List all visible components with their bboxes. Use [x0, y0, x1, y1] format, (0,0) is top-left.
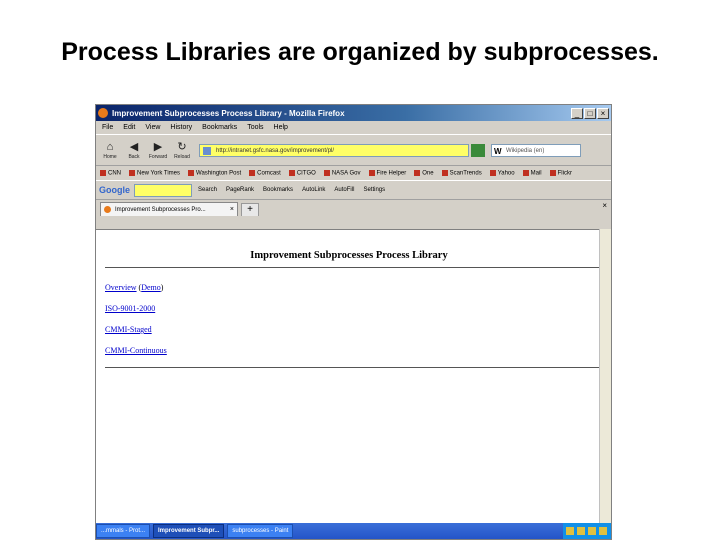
- firefox-icon: [98, 108, 108, 118]
- menu-file[interactable]: File: [102, 124, 113, 131]
- forward-button[interactable]: ▶ Forward: [147, 141, 169, 160]
- google-toolbar-item[interactable]: AutoLink: [302, 187, 325, 193]
- google-toolbar-item[interactable]: Bookmarks: [263, 187, 293, 193]
- home-icon: ⌂: [106, 140, 114, 153]
- google-logo: Google: [99, 185, 130, 195]
- tab-label: Improvement Subprocesses Pro...: [115, 207, 206, 213]
- divider: [105, 367, 602, 368]
- google-toolbar-item[interactable]: AutoFill: [334, 187, 354, 193]
- title-bar[interactable]: Improvement Subprocesses Process Library…: [96, 105, 611, 121]
- cmmi-continuous-link[interactable]: CMMI-Continuous: [105, 346, 167, 355]
- bookmark-item[interactable]: Mail: [523, 170, 542, 176]
- overview-link[interactable]: Overview: [105, 283, 137, 292]
- link-list: Overview (Demo) ISO-9001-2000 CMMI-Stage…: [105, 283, 602, 355]
- list-item: CMMI-Staged: [105, 325, 602, 334]
- search-input[interactable]: Wikipedia (en): [491, 143, 581, 157]
- address-bar[interactable]: http://intranet.gsfc.nasa.gov/improvemen…: [199, 143, 469, 157]
- tab-active[interactable]: Improvement Subprocesses Pro... ×: [100, 202, 238, 216]
- menu-bookmarks[interactable]: Bookmarks: [202, 124, 237, 131]
- google-toolbar: Google Search PageRank Bookmarks AutoLin…: [96, 180, 611, 199]
- menu-view[interactable]: View: [145, 124, 160, 131]
- menu-history[interactable]: History: [170, 124, 192, 131]
- bookmark-item[interactable]: CITGO: [289, 170, 316, 176]
- cmmi-staged-link[interactable]: CMMI-Staged: [105, 325, 152, 334]
- browser-window: Improvement Subprocesses Process Library…: [95, 104, 612, 540]
- tray-icon[interactable]: [577, 527, 585, 535]
- menu-help[interactable]: Help: [274, 124, 288, 131]
- tray-icon[interactable]: [588, 527, 596, 535]
- iso-link[interactable]: ISO-9001-2000: [105, 304, 155, 313]
- bookmark-item[interactable]: New York Times: [129, 170, 180, 176]
- reload-icon: ↻: [177, 140, 187, 153]
- divider: [105, 267, 602, 268]
- demo-link[interactable]: Demo: [141, 283, 161, 292]
- slide-title: Process Libraries are organized by subpr…: [61, 38, 659, 66]
- google-search-input[interactable]: [134, 183, 192, 197]
- bookmark-item[interactable]: One: [414, 170, 433, 176]
- bookmarks-toolbar: CNN New York Times Washington Post Comca…: [96, 165, 611, 180]
- vertical-scrollbar[interactable]: [599, 229, 611, 525]
- google-toolbar-item[interactable]: PageRank: [226, 187, 254, 193]
- system-tray: [563, 523, 611, 539]
- page-content: Improvement Subprocesses Process Library…: [96, 229, 602, 526]
- list-item: CMMI-Continuous: [105, 346, 602, 355]
- home-button[interactable]: ⌂ Home: [99, 141, 121, 160]
- bookmark-item[interactable]: NASA Gov: [324, 170, 361, 176]
- navigation-toolbar: ⌂ Home ◀ Back ▶ Forward ↻ Reload http://intr…: [96, 134, 611, 165]
- back-arrow-icon: ◀: [129, 140, 139, 153]
- list-item: ISO-9001-2000: [105, 304, 602, 313]
- bookmark-item[interactable]: Fire Helper: [369, 170, 407, 176]
- maximize-button[interactable]: □: [584, 107, 596, 119]
- taskbar-item-active[interactable]: Improvement Subpr...: [153, 524, 225, 538]
- go-button[interactable]: [471, 143, 485, 157]
- bookmark-item[interactable]: Comcast: [249, 170, 281, 176]
- paren-close: ): [160, 283, 164, 292]
- menu-bar: File Edit View History Bookmarks Tools H…: [96, 121, 611, 134]
- tab-close-icon[interactable]: ×: [230, 203, 234, 216]
- taskbar-item[interactable]: ...mmals - Prot...: [96, 524, 151, 538]
- bookmark-item[interactable]: ScanTrends: [442, 170, 482, 176]
- reload-button[interactable]: ↻ Reload: [171, 141, 193, 160]
- back-button[interactable]: ◀ Back: [123, 141, 145, 160]
- google-toolbar-item[interactable]: Search: [198, 187, 217, 193]
- new-tab-button[interactable]: +: [241, 203, 259, 216]
- close-button[interactable]: ×: [597, 107, 609, 119]
- menu-edit[interactable]: Edit: [123, 124, 135, 131]
- minimize-button[interactable]: _: [571, 107, 583, 119]
- bookmark-item[interactable]: Washington Post: [188, 170, 241, 176]
- tray-icon[interactable]: [599, 527, 607, 535]
- taskbar: ...mmals - Prot... Improvement Subpr... …: [96, 523, 611, 539]
- tray-icon[interactable]: [566, 527, 574, 535]
- close-tab-icon[interactable]: ×: [602, 201, 607, 210]
- bookmark-item[interactable]: Flickr: [550, 170, 572, 176]
- bookmark-item[interactable]: Yahoo: [490, 170, 515, 176]
- taskbar-item[interactable]: subprocesses - Paint: [227, 524, 294, 538]
- tab-strip: Improvement Subprocesses Pro... × + ×: [96, 199, 611, 216]
- bookmark-item[interactable]: CNN: [100, 170, 121, 176]
- window-title: Improvement Subprocesses Process Library…: [112, 108, 345, 118]
- google-toolbar-item[interactable]: Settings: [363, 187, 385, 193]
- page-title: Improvement Subprocesses Process Library: [250, 250, 448, 261]
- forward-arrow-icon: ▶: [153, 140, 163, 153]
- list-item: Overview (Demo): [105, 283, 602, 292]
- menu-tools[interactable]: Tools: [247, 124, 263, 131]
